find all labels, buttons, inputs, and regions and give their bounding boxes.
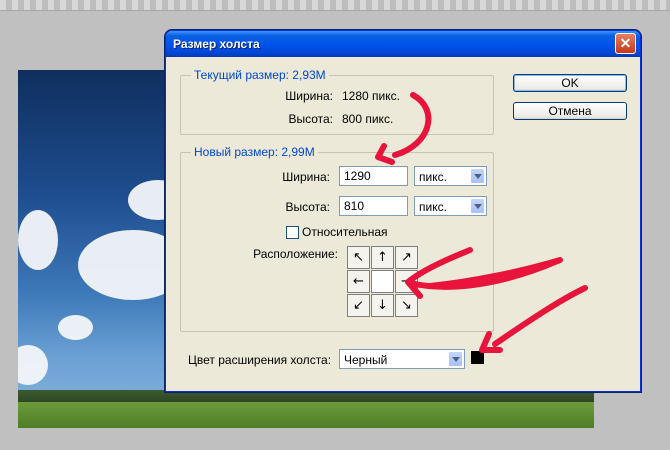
relative-checkbox[interactable] bbox=[286, 226, 299, 239]
new-width-label: Ширина: bbox=[282, 170, 330, 184]
canvas-top-strip bbox=[0, 0, 670, 11]
relative-label[interactable]: Относительная bbox=[302, 225, 388, 239]
anchor-cell-7[interactable]: ↓ bbox=[371, 294, 394, 317]
anchor-cell-1[interactable]: ↑ bbox=[371, 246, 394, 269]
width-input[interactable]: 1290 bbox=[339, 166, 408, 186]
extension-color-swatch[interactable] bbox=[471, 351, 484, 364]
height-unit-select[interactable]: пикс. bbox=[414, 196, 487, 216]
width-input-value: 1290 bbox=[344, 169, 371, 183]
extension-color-label: Цвет расширения холста: bbox=[188, 353, 332, 367]
anchor-cell-6[interactable]: ↙ bbox=[347, 294, 370, 317]
new-size-legend: Новый размер: 2,99M bbox=[191, 145, 318, 159]
anchor-cell-8[interactable]: ↘ bbox=[395, 294, 418, 317]
anchor-cell-0[interactable]: ↖ bbox=[347, 246, 370, 269]
anchor-label: Расположение: bbox=[253, 247, 338, 261]
height-unit-value: пикс. bbox=[419, 200, 447, 214]
canvas-size-dialog: Размер холста ✕ Текущий размер: 2,93M Ши… bbox=[165, 30, 641, 392]
new-size-group: Новый размер: 2,99M Ширина: 1290 пикс. В… bbox=[180, 145, 494, 332]
ok-button[interactable]: OK bbox=[513, 74, 627, 92]
chevron-down-icon[interactable] bbox=[470, 198, 485, 214]
close-button[interactable]: ✕ bbox=[615, 33, 636, 54]
close-icon: ✕ bbox=[619, 35, 632, 51]
anchor-cell-4[interactable] bbox=[371, 270, 394, 293]
height-input[interactable]: 810 bbox=[339, 196, 408, 216]
width-unit-select[interactable]: пикс. bbox=[414, 166, 487, 186]
chevron-down-icon[interactable] bbox=[470, 168, 485, 184]
current-size-group: Текущий размер: 2,93M Ширина: 1280 пикс.… bbox=[180, 68, 494, 135]
anchor-grid: ↖ ↑ ↗ ← → ↙ ↓ ↘ bbox=[347, 246, 419, 318]
width-unit-value: пикс. bbox=[419, 170, 447, 184]
anchor-cell-5[interactable]: → bbox=[395, 270, 418, 293]
current-height-value: 800 пикс. bbox=[342, 112, 394, 126]
anchor-cell-2[interactable]: ↗ bbox=[395, 246, 418, 269]
height-input-value: 810 bbox=[344, 199, 365, 213]
dialog-client: Текущий размер: 2,93M Ширина: 1280 пикс.… bbox=[169, 57, 637, 388]
extension-color-select[interactable]: Черный bbox=[339, 349, 465, 369]
title-bar[interactable]: Размер холста ✕ bbox=[166, 31, 640, 57]
current-width-value: 1280 пикс. bbox=[342, 89, 400, 103]
extension-color-value: Черный bbox=[344, 353, 388, 367]
current-size-legend: Текущий размер: 2,93M bbox=[191, 68, 329, 82]
anchor-cell-3[interactable]: ← bbox=[347, 270, 370, 293]
chevron-down-icon[interactable] bbox=[448, 351, 463, 367]
current-width-label: Ширина: bbox=[285, 89, 333, 103]
new-height-label: Высота: bbox=[285, 200, 330, 214]
cancel-button[interactable]: Отмена bbox=[513, 102, 627, 120]
current-height-label: Высота: bbox=[288, 112, 333, 126]
dialog-title: Размер холста bbox=[173, 37, 260, 51]
